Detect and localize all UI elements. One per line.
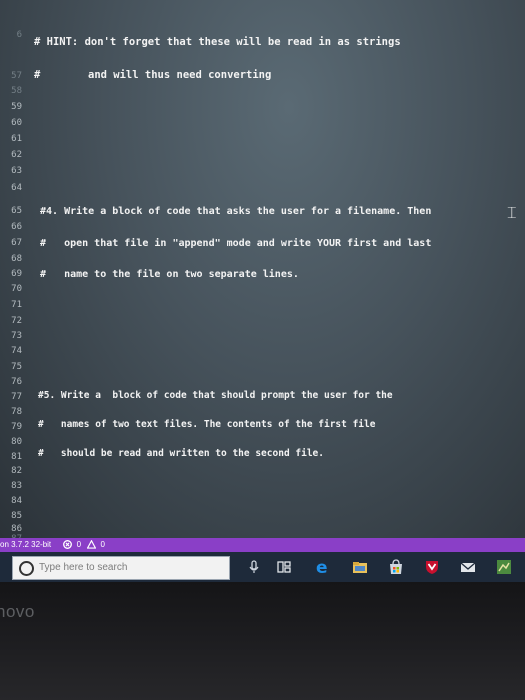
warning-count: 0 xyxy=(100,540,105,549)
task-view-icon[interactable] xyxy=(276,559,292,575)
python-version-label[interactable]: on 3.7.2 32-bit xyxy=(0,538,51,552)
line-number: 61 xyxy=(11,134,22,144)
line-number: 78 xyxy=(11,407,22,417)
taskbar-search-box[interactable]: Type here to search xyxy=(12,556,230,580)
line-number: 83 xyxy=(11,481,22,491)
line-number: 62 xyxy=(11,150,22,160)
line-number: 71 xyxy=(11,300,22,310)
line-number: 84 xyxy=(11,496,22,506)
windows-taskbar: Type here to search e xyxy=(0,552,525,582)
microphone-icon[interactable] xyxy=(246,559,262,575)
line-number: 72 xyxy=(11,316,22,326)
line-number: 86 xyxy=(11,524,22,534)
laptop-bezel: novo xyxy=(0,582,525,700)
status-bar: on 3.7.2 32-bit 0 0 xyxy=(0,538,525,552)
cortana-icon xyxy=(19,561,34,576)
monitor-screen: 6 57 58 59 60 61 62 63 64 65 66 67 68 69… xyxy=(0,0,525,538)
edge-browser-icon[interactable]: e xyxy=(314,558,334,578)
line-number: 63 xyxy=(11,166,22,176)
line-number: 67 xyxy=(11,238,22,248)
line-number: 73 xyxy=(11,331,22,341)
code-line-hint-2-hash[interactable]: # xyxy=(34,69,40,81)
code-line-q5-1[interactable]: #5. Write a block of code that should pr… xyxy=(38,390,393,401)
mcafee-shield-icon[interactable] xyxy=(424,559,440,575)
line-number: 81 xyxy=(11,452,22,462)
line-number: 75 xyxy=(11,362,22,372)
line-number: 57 xyxy=(11,71,22,81)
store-icon[interactable] xyxy=(388,559,404,575)
line-number: 58 xyxy=(11,86,22,96)
line-number: 74 xyxy=(11,346,22,356)
code-line-hint-2[interactable]: and will thus need converting xyxy=(88,69,271,81)
line-number: 70 xyxy=(11,284,22,294)
code-line-q4-3[interactable]: # name to the file on two separate lines… xyxy=(40,269,299,280)
text-cursor-icon: ⌶ xyxy=(507,203,517,222)
line-number: 76 xyxy=(11,377,22,387)
line-number: 59 xyxy=(11,102,22,112)
line-number: 6 xyxy=(16,30,22,40)
line-number: 77 xyxy=(11,392,22,402)
code-line-q5-2[interactable]: # names of two text files. The contents … xyxy=(38,419,375,430)
error-count: 0 xyxy=(76,540,82,549)
code-line-hint-1[interactable]: # HINT: don't forget that these will be … xyxy=(34,36,401,48)
line-number: 82 xyxy=(11,466,22,476)
laptop-brand-logo: novo xyxy=(0,602,35,621)
line-number: 66 xyxy=(11,222,22,232)
svg-text:e: e xyxy=(316,559,328,575)
code-line-q4-1[interactable]: #4. Write a block of code that asks the … xyxy=(40,206,431,217)
line-number: 80 xyxy=(11,437,22,447)
mail-icon[interactable] xyxy=(460,559,476,575)
line-number: 79 xyxy=(11,422,22,432)
code-line-q4-2[interactable]: # open that file in "append" mode and wr… xyxy=(40,238,431,249)
search-placeholder: Type here to search xyxy=(39,562,128,573)
file-explorer-icon[interactable] xyxy=(352,559,368,575)
line-number: 68 xyxy=(11,254,22,264)
code-editor[interactable]: 6 57 58 59 60 61 62 63 64 65 66 67 68 69… xyxy=(0,0,525,538)
line-number: 60 xyxy=(11,118,22,128)
line-number: 64 xyxy=(11,183,22,193)
code-line-q5-3[interactable]: # should be read and written to the seco… xyxy=(38,448,324,459)
maps-app-icon[interactable] xyxy=(496,559,512,575)
line-number: 85 xyxy=(11,511,22,521)
line-number: 65 xyxy=(11,206,22,216)
line-number: 69 xyxy=(11,269,22,279)
